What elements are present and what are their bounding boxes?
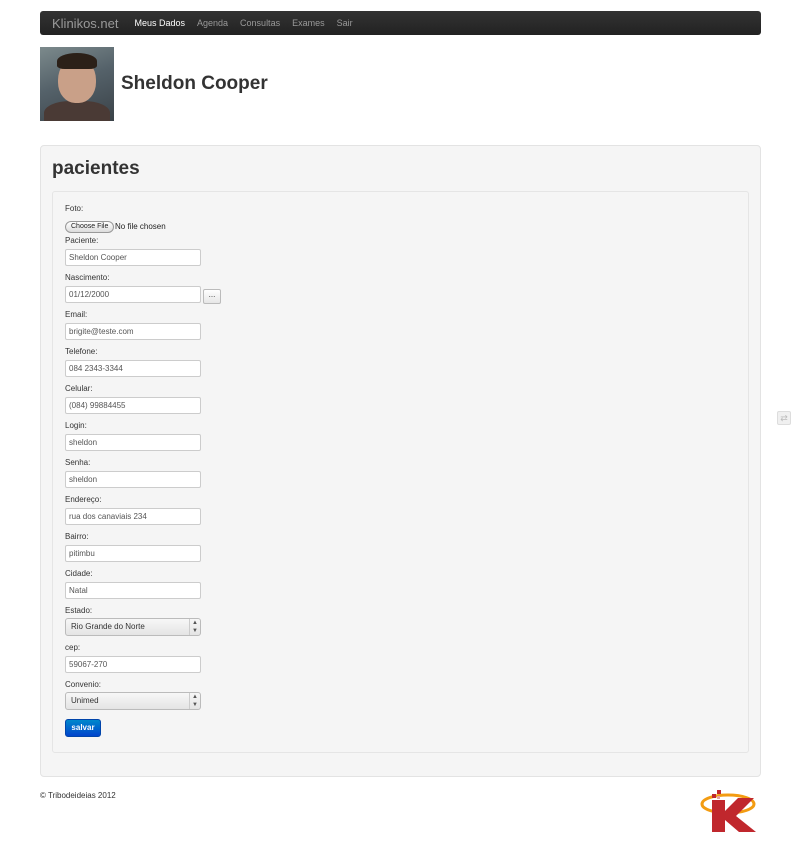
nav-exames[interactable]: Exames bbox=[286, 11, 331, 35]
top-navbar: Klinikos.net Meus Dados Agenda Consultas… bbox=[40, 11, 761, 35]
cep-input[interactable]: 59067-270 bbox=[65, 656, 201, 673]
estado-select[interactable]: Rio Grande do Norte ▲ ▼ bbox=[65, 618, 201, 636]
select-arrows-icon: ▲ ▼ bbox=[189, 619, 200, 635]
select-arrows-icon: ▲ ▼ bbox=[189, 693, 200, 709]
login-label: Login: bbox=[65, 421, 87, 430]
celular-input[interactable]: (084) 99884455 bbox=[65, 397, 201, 414]
convenio-label: Convenio: bbox=[65, 680, 102, 689]
endereco-input[interactable]: rua dos canaviais 234 bbox=[65, 508, 201, 525]
celular-label: Celular: bbox=[65, 384, 93, 393]
convenio-select[interactable]: Unimed ▲ ▼ bbox=[65, 692, 201, 710]
foto-label: Foto: bbox=[65, 204, 84, 213]
cep-label: cep: bbox=[65, 643, 81, 652]
convenio-select-value: Unimed bbox=[71, 696, 99, 705]
endereco-label: Endereço: bbox=[65, 495, 102, 504]
login-input[interactable]: sheldon bbox=[65, 434, 201, 451]
nascimento-label: Nascimento: bbox=[65, 273, 110, 282]
patient-panel: pacientes Foto: Choose File No file chos… bbox=[40, 145, 761, 777]
patient-form: Foto: Choose File No file chosen Pacient… bbox=[52, 191, 749, 753]
bairro-label: Bairro: bbox=[65, 532, 89, 541]
nav-sair[interactable]: Sair bbox=[331, 11, 359, 35]
klinikos-logo bbox=[700, 790, 756, 832]
panel-title: pacientes bbox=[52, 158, 140, 179]
nascimento-input[interactable]: 01/12/2000 bbox=[65, 286, 201, 303]
telefone-input[interactable]: 084 2343-3344 bbox=[65, 360, 201, 377]
cidade-input[interactable]: Natal bbox=[65, 582, 201, 599]
nav-consultas[interactable]: Consultas bbox=[234, 11, 286, 35]
choose-file-button[interactable]: Choose File bbox=[65, 221, 115, 233]
avatar bbox=[40, 47, 114, 121]
senha-input[interactable]: sheldon bbox=[65, 471, 201, 488]
paciente-input[interactable]: Sheldon Cooper bbox=[65, 249, 201, 266]
share-icon[interactable]: ⇄ bbox=[777, 411, 791, 425]
user-name: Sheldon Cooper bbox=[121, 73, 268, 94]
estado-select-value: Rio Grande do Norte bbox=[71, 622, 145, 631]
estado-label: Estado: bbox=[65, 606, 93, 615]
paciente-label: Paciente: bbox=[65, 236, 99, 245]
cidade-label: Cidade: bbox=[65, 569, 93, 578]
date-picker-button[interactable]: ... bbox=[203, 289, 221, 304]
brand-link[interactable]: Klinikos.net bbox=[52, 16, 118, 31]
bairro-input[interactable]: pitimbu bbox=[65, 545, 201, 562]
senha-label: Senha: bbox=[65, 458, 91, 467]
file-status: No file chosen bbox=[115, 222, 166, 231]
nav-agenda[interactable]: Agenda bbox=[191, 11, 234, 35]
email-input[interactable]: brigite@teste.com bbox=[65, 323, 201, 340]
email-label: Email: bbox=[65, 310, 88, 319]
telefone-label: Telefone: bbox=[65, 347, 98, 356]
nav-meus-dados[interactable]: Meus Dados bbox=[128, 11, 191, 35]
footer-copyright: © Tribodeideias 2012 bbox=[40, 791, 116, 800]
save-button[interactable]: salvar bbox=[65, 719, 101, 737]
